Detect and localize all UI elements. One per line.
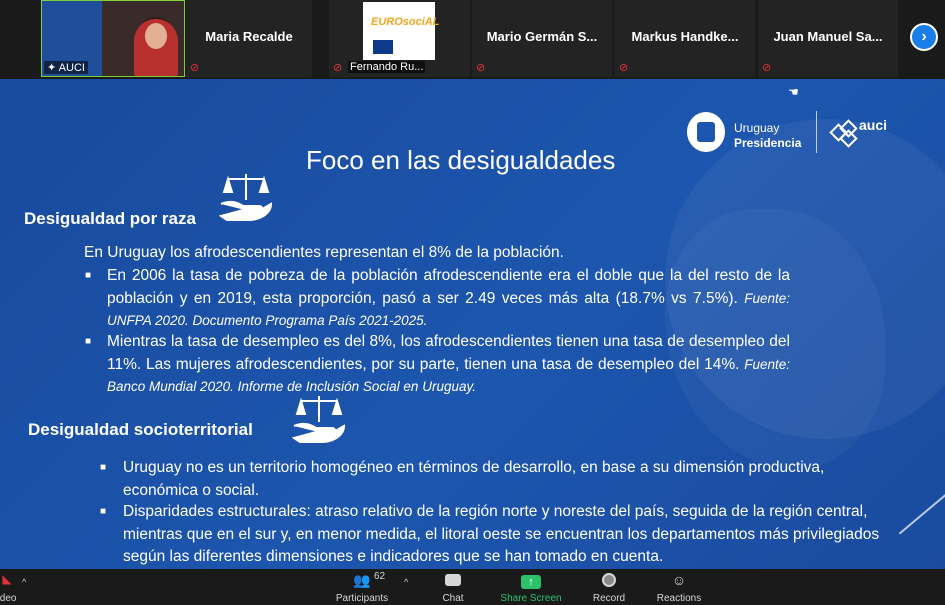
list-item: ■ En 2006 la tasa de pobreza de la pobla… — [85, 265, 790, 333]
participant-name: ✦ AUCI — [44, 61, 88, 74]
logo-divider — [816, 111, 817, 153]
section-title-socioterritorial: Desigualdad socioterritorial — [28, 420, 253, 439]
bullet-text: Disparidades estructurales: atraso relat… — [123, 503, 880, 565]
hand-cursor-icon: ☚ — [788, 85, 799, 99]
eurosocial-logo-text: EUROsociAL — [371, 16, 440, 28]
chat-label: Chat — [442, 593, 464, 604]
participant-tile-auci[interactable]: ✦ AUCI — [41, 0, 185, 77]
bullet-text: Uruguay no es un territorio homogéneo en… — [123, 459, 825, 499]
shared-slide: ☚ Uruguay Presidencia auci Foco en las d… — [0, 79, 945, 569]
eu-flag-icon — [373, 40, 393, 54]
participant-name: Maria Recalde — [205, 29, 293, 44]
uruguay-seal-icon — [687, 112, 725, 152]
auci-mark-icon — [829, 119, 858, 148]
list-item: ■ Disparidades estructurales: atraso rel… — [100, 501, 891, 569]
uruguay-presidencia-logo: Uruguay Presidencia — [687, 109, 809, 155]
participant-name: Mario Germán S... — [486, 29, 598, 44]
section1-intro: En Uruguay los afrodescendientes represe… — [84, 244, 564, 261]
participants-button[interactable]: 👥 62 Participants — [326, 569, 398, 605]
reactions-label: Reactions — [656, 593, 702, 604]
auci-logo-text: auci — [859, 117, 888, 133]
bullet-icon: ■ — [85, 336, 92, 347]
logo-text-uruguay: Uruguay — [734, 121, 780, 135]
share-screen-icon: ↑ — [496, 572, 566, 590]
muted-mic-icon: ⊘ — [762, 62, 772, 74]
next-participants-button[interactable]: › — [910, 23, 938, 51]
participant-tile-mario[interactable]: Mario Germán S... — [472, 0, 612, 77]
bullet-icon: ■ — [100, 506, 107, 517]
record-label: Record — [592, 593, 626, 604]
bullet-text: Mientras la tasa de desempleo es del 8%,… — [107, 333, 790, 373]
chevron-right-icon: › — [921, 28, 927, 45]
reactions-button[interactable]: ☺ Reactions — [644, 569, 714, 605]
muted-mic-icon: ⊘ — [619, 62, 629, 74]
chat-button[interactable]: Chat — [418, 569, 488, 605]
slide-title: Foco en las desigualdades — [306, 145, 616, 175]
participants-label: Participants — [335, 593, 389, 604]
participant-name: Markus Handke... — [631, 29, 739, 44]
eurosocial-logo: EUROsociAL — [363, 2, 439, 60]
muted-mic-icon: ⊘ — [333, 62, 343, 74]
record-icon — [574, 572, 644, 590]
pin-icon: ✦ — [47, 62, 59, 74]
video-button[interactable]: ◣ ideo — [0, 569, 42, 605]
smiley-icon: ☺ — [671, 572, 687, 588]
scale-hand-icon — [219, 174, 273, 221]
share-screen-button[interactable]: ↑ Share Screen — [496, 569, 566, 605]
logo-text-presidencia: Presidencia — [734, 136, 802, 150]
bullet-icon: ■ — [100, 462, 107, 473]
video-options-caret-icon[interactable]: ^ — [22, 577, 26, 587]
video-off-icon: ◣ — [2, 572, 12, 586]
video-label: ideo — [0, 593, 17, 604]
chat-icon — [418, 572, 488, 590]
participant-name: Fernando Ru... — [348, 61, 426, 73]
muted-mic-icon: ⊘ — [190, 62, 200, 74]
participant-name: Juan Manuel Sa... — [773, 29, 883, 44]
participant-strip: ✦ AUCI Maria Recalde ⊘ EUROsociAL ⊘ Fern… — [0, 0, 945, 79]
muted-mic-icon: ⊘ — [476, 62, 486, 74]
participant-tile-markus[interactable]: Markus Handke... — [615, 0, 755, 77]
diagonal-line-decoration — [898, 481, 945, 535]
video-person-head — [145, 23, 167, 49]
participants-icon: 👥 — [353, 572, 371, 588]
meeting-toolbar: ◣ ideo ^ 👥 62 Participants ^ Chat ↑ Shar… — [0, 569, 945, 605]
bullet-text: En 2006 la tasa de pobreza de la poblaci… — [107, 267, 790, 307]
section-title-race: Desigualdad por raza — [24, 209, 196, 228]
participant-tile-juan[interactable]: Juan Manuel Sa... — [758, 0, 898, 77]
participants-count: 62 — [374, 571, 386, 582]
participant-tile-maria[interactable]: Maria Recalde — [186, 0, 312, 77]
scale-hand-icon — [292, 396, 346, 443]
list-item: ■ Uruguay no es un territorio homogéneo … — [100, 457, 891, 502]
record-button[interactable]: Record — [574, 569, 644, 605]
participants-options-caret-icon[interactable]: ^ — [404, 577, 408, 587]
bullet-icon: ■ — [85, 270, 92, 281]
share-screen-label: Share Screen — [500, 593, 562, 604]
list-item: ■ Mientras la tasa de desempleo es del 8… — [85, 331, 790, 399]
auci-logo: auci — [829, 117, 898, 151]
